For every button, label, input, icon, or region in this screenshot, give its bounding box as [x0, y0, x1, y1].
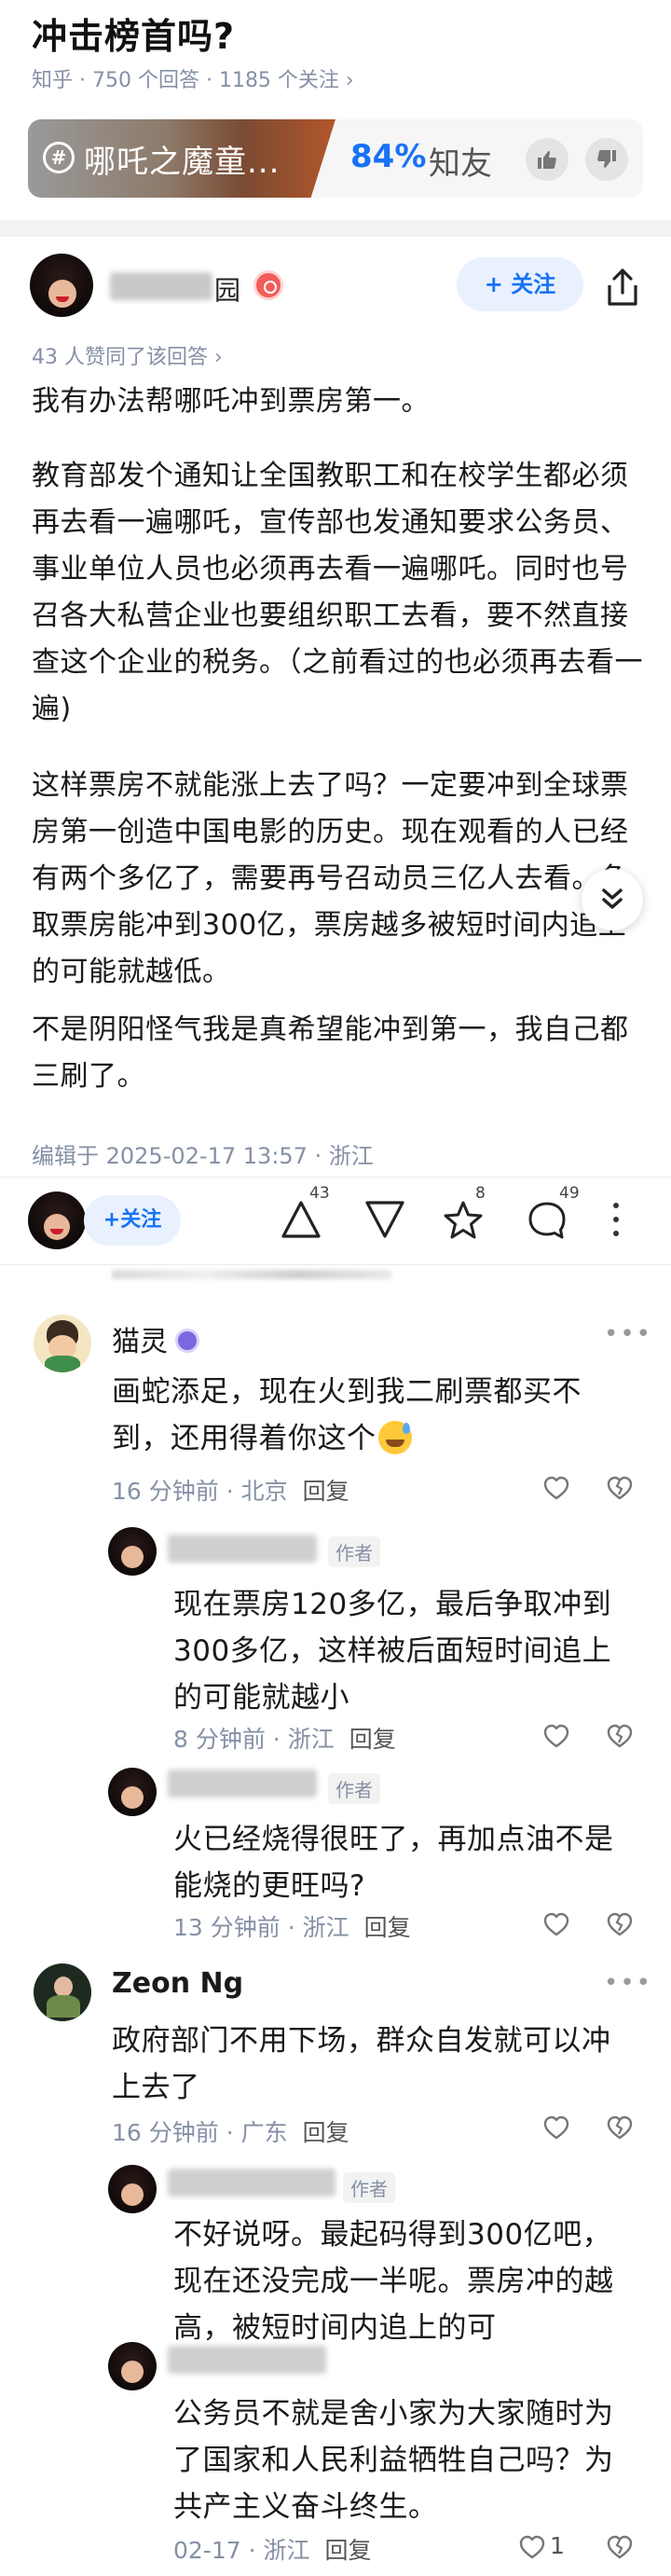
comment-icon[interactable]	[526, 1199, 568, 1242]
heart-icon[interactable]	[542, 1475, 570, 1501]
commenter-avatar[interactable]	[34, 1315, 91, 1372]
reply-text: 火已经烧得很旺了，再加点油不是能烧的更旺吗?	[173, 1823, 614, 1903]
answer-page: 冲击榜首吗? 知乎 · 750 个回答 · 1185 个关注 › # 哪吒之魔童…	[0, 0, 671, 2576]
commenter-name[interactable]: Zeon Ng	[112, 1967, 243, 2000]
comment-text: 画蛇添足，现在火到我二刷票都买不到，还用得着你这个	[112, 1369, 638, 1462]
banner-topic-tag: 哪吒之魔童...	[84, 144, 281, 181]
author-name[interactable]: 园	[214, 270, 240, 308]
broken-heart-icon[interactable]	[606, 1475, 634, 1501]
comment-time: 16 分钟前	[112, 1478, 219, 1505]
reply-text: 不好说呀。最起码得到300亿吧，现在还没完成一半呢。票房冲的越高，被短时间内追上…	[173, 2218, 614, 2345]
thumbs-down-button[interactable]	[585, 138, 628, 181]
divider	[0, 1264, 671, 1265]
thumbs-up-icon	[538, 151, 556, 169]
reply-meta: 02-17 · 浙江 回复	[173, 2537, 372, 2564]
reply-button[interactable]: 回复	[303, 1478, 349, 1505]
reply-location: 浙江	[287, 1726, 335, 1753]
vip-badge-icon	[175, 1328, 199, 1353]
sweat-smile-emoji-icon	[377, 1420, 412, 1454]
author-tag: 作者	[328, 1536, 380, 1567]
reply-button[interactable]: 回复	[303, 2119, 349, 2146]
comment-time: 16 分钟前	[112, 2119, 219, 2146]
obscured-text	[112, 1270, 391, 1279]
question-title[interactable]: 冲击榜首吗?	[32, 7, 235, 59]
star-count: 8	[475, 1184, 486, 1203]
reply-avatar[interactable]	[108, 1768, 157, 1816]
commenter-name-text: 猫灵	[112, 1326, 168, 1358]
broken-heart-icon[interactable]	[606, 1911, 634, 1937]
hash-icon: #	[43, 142, 75, 173]
reply-button[interactable]: 回复	[325, 2537, 372, 2564]
answer-paragraph: 不是阴阳怪气我是真希望能冲到第一，我自己都三刷了。	[32, 1013, 629, 1093]
reply-text: 公务员不就是舍小家为大家随时为了国家和人民利益牺牲自己吗？为共产主义奋斗终生。	[173, 2397, 614, 2524]
divider	[0, 1177, 671, 1178]
commenter-name[interactable]: 猫灵	[112, 1318, 199, 1359]
star-icon[interactable]	[442, 1199, 485, 1242]
broken-heart-icon[interactable]	[606, 2534, 634, 2560]
answer-paragraph: 这样票房不就能涨上去了吗？一定要冲到全球票房第一创造中国电影的历史。现在观看的人…	[32, 769, 629, 988]
comment-more-icon[interactable]: •••	[604, 1320, 652, 1348]
like-count: 1	[550, 2532, 565, 2559]
answer-paragraph: 我有办法帮哪吒冲到票房第一。	[32, 385, 430, 418]
expand-button[interactable]	[582, 869, 643, 930]
reply-meta: 13 分钟前 · 浙江 回复	[173, 1914, 411, 1941]
heart-icon[interactable]	[518, 2534, 546, 2560]
answer-paragraph: 教育部发个通知让全国教职工和在校学生都必须再去看一遍哪吒，宣传部也发通知要求公务…	[32, 460, 643, 725]
comment-location: 广东	[240, 2119, 288, 2146]
thumbs-down-icon	[597, 150, 616, 168]
reply-name-redacted	[168, 2169, 336, 2197]
author-tag: 作者	[328, 1773, 380, 1804]
reply-button[interactable]: 回复	[349, 1726, 396, 1753]
reply-meta: 8 分钟前 · 浙江 回复	[173, 1726, 396, 1753]
broken-heart-icon[interactable]	[606, 2115, 634, 2141]
reply-time: 8 分钟前	[173, 1726, 266, 1753]
heart-icon[interactable]	[542, 1911, 570, 1937]
comment-more-icon[interactable]: •••	[604, 1969, 652, 1997]
comment-meta: 16 分钟前 · 北京 回复	[112, 1478, 349, 1505]
comment-count: 49	[559, 1184, 580, 1203]
more-options-icon[interactable]	[611, 1203, 621, 1240]
reply-name-redacted	[168, 1770, 317, 1798]
author-badge-icon	[253, 270, 283, 300]
reply-name-redacted	[168, 2346, 326, 2374]
approve-count[interactable]: 43 人赞同了该回答 ›	[32, 340, 223, 370]
heart-icon[interactable]	[542, 1723, 570, 1749]
comment-text: 政府部门不用下场，群众自发就可以冲上去了	[112, 2024, 611, 2104]
banner-percent: 84%	[350, 138, 427, 175]
question-meta[interactable]: 知乎 · 750 个回答 · 1185 个关注 ›	[32, 63, 354, 93]
bar-follow-button[interactable]: +关注	[84, 1195, 181, 1246]
heart-icon[interactable]	[542, 2115, 570, 2141]
upvote-icon[interactable]	[280, 1199, 322, 1240]
comment-location: 北京	[240, 1478, 288, 1505]
comment-meta: 16 分钟前 · 广东 回复	[112, 2119, 349, 2146]
section-separator	[0, 220, 671, 237]
comment-text-body: 画蛇添足，现在火到我二刷票都买不到，还用得着你这个	[112, 1375, 582, 1455]
topic-banner[interactable]: # 哪吒之魔童... 84% 知友	[28, 119, 643, 198]
downvote-icon[interactable]	[363, 1199, 406, 1240]
banner-friend-label: 知友	[429, 145, 492, 183]
share-icon[interactable]	[604, 267, 641, 308]
reply-location: 浙江	[263, 2537, 310, 2564]
broken-heart-icon[interactable]	[606, 1723, 634, 1749]
upvote-count: 43	[309, 1184, 330, 1203]
reply-button[interactable]: 回复	[364, 1914, 411, 1941]
bar-author-avatar[interactable]	[28, 1192, 86, 1249]
author-tag: 作者	[343, 2172, 395, 2203]
commenter-avatar[interactable]	[34, 1963, 91, 2021]
reply-location: 浙江	[302, 1914, 349, 1941]
follow-button[interactable]: + 关注	[457, 257, 583, 311]
reply-text: 现在票房120多亿，最后争取冲到300多亿，这样被后面短时间追上的可能就越小	[173, 1588, 612, 1715]
reply-name-redacted	[168, 1535, 317, 1563]
author-name-redacted	[110, 272, 212, 300]
thumbs-up-button[interactable]	[526, 138, 568, 181]
reply-avatar[interactable]	[108, 1527, 157, 1576]
reply-time: 02-17	[173, 2537, 241, 2564]
reply-time: 13 分钟前	[173, 1914, 281, 1941]
reply-avatar[interactable]	[108, 2165, 157, 2213]
edit-timestamp: 编辑于 2025-02-17 13:57 · 浙江	[32, 1143, 374, 1169]
reply-avatar[interactable]	[108, 2342, 157, 2390]
double-chevron-down-icon	[602, 889, 623, 909]
author-avatar[interactable]	[30, 254, 93, 317]
